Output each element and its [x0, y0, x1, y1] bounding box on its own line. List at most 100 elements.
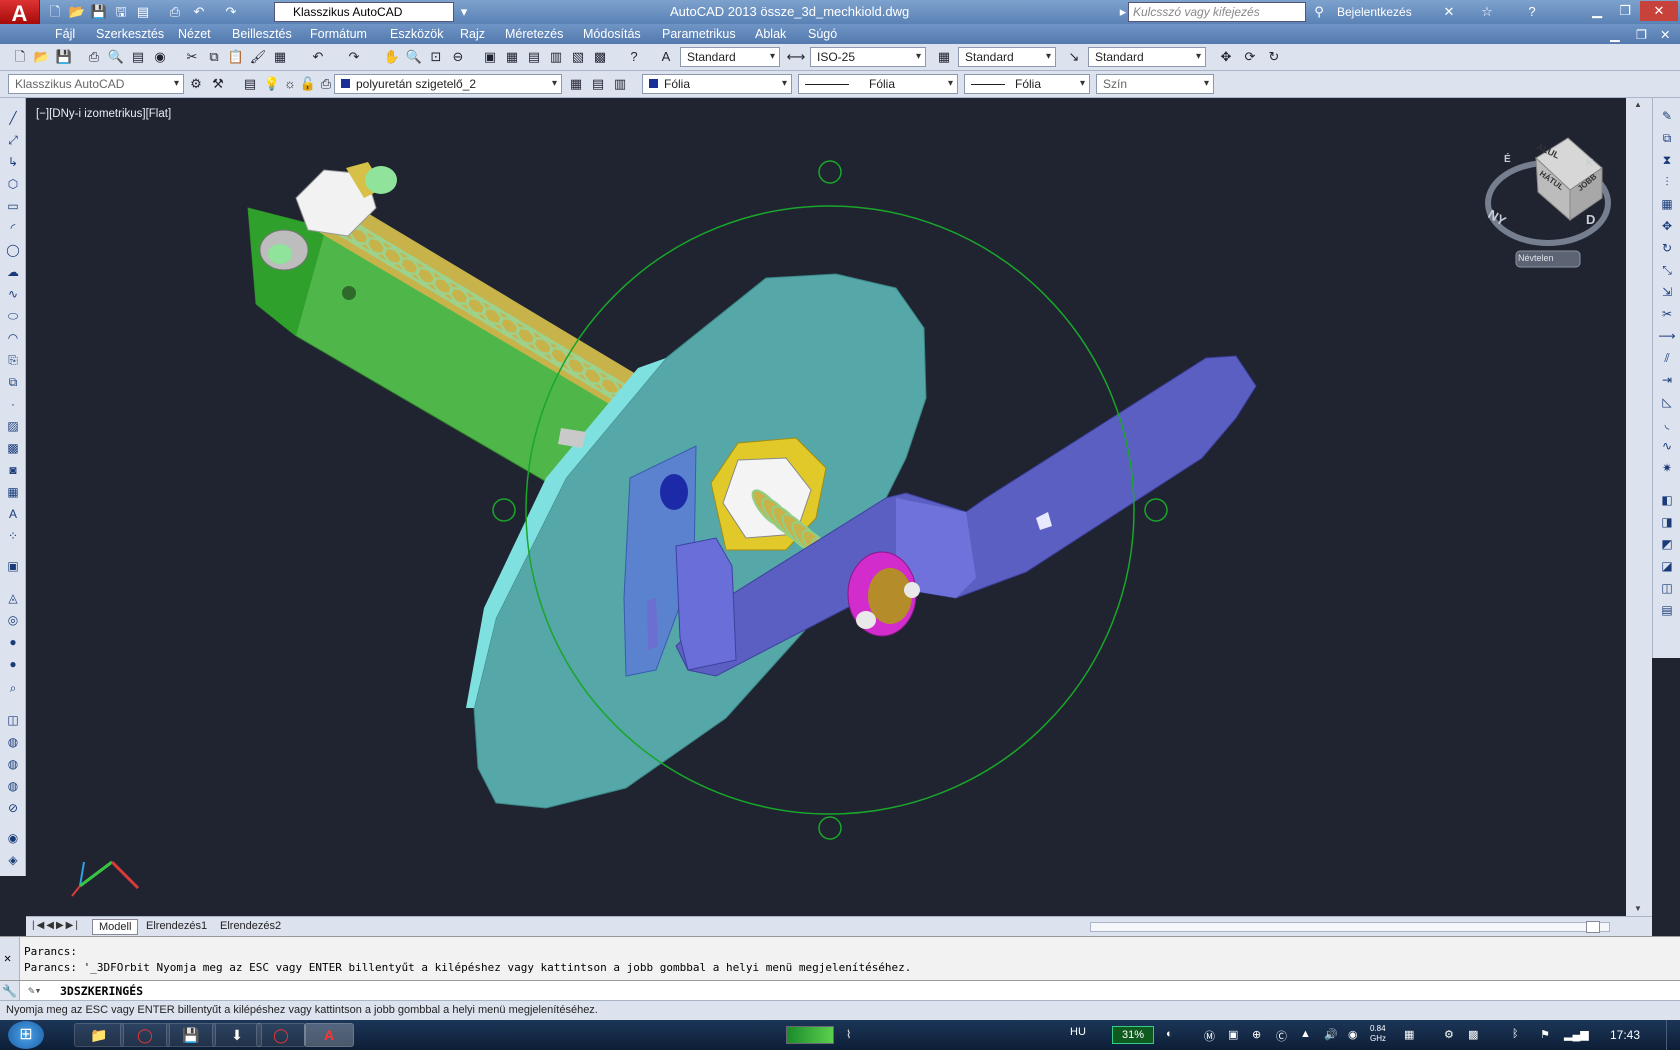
- undo-icon[interactable]: ↶: [308, 47, 328, 67]
- customize-wrench-icon[interactable]: 🔧: [0, 981, 20, 1001]
- tray-icon-3[interactable]: ▣: [1228, 1028, 1238, 1041]
- scale-icon[interactable]: ⤡: [1657, 260, 1677, 280]
- orbit-handle-bottom[interactable]: [818, 816, 842, 840]
- chamfer-icon[interactable]: ◺: [1657, 392, 1677, 412]
- tool-palettes-icon[interactable]: ▤: [524, 47, 544, 67]
- color-dropdown[interactable]: Fólia: [642, 74, 792, 94]
- named-view-label[interactable]: Névtelen: [1518, 253, 1554, 263]
- free-orbit-icon[interactable]: ⟳: [1240, 47, 1260, 67]
- line-icon[interactable]: ╱: [3, 108, 23, 128]
- camera-icon[interactable]: ⌕: [3, 678, 23, 698]
- compass-north-label[interactable]: É: [1504, 154, 1511, 165]
- zoom-realtime-icon[interactable]: 🔍: [404, 47, 424, 67]
- walk-icon[interactable]: ◈: [3, 850, 23, 870]
- menu-view[interactable]: Nézet: [178, 27, 211, 41]
- lineweight-dropdown[interactable]: Fólia: [964, 74, 1090, 94]
- construction-line-icon[interactable]: ⤢: [3, 130, 23, 150]
- tray-icon-5[interactable]: Ⓒ: [1276, 1028, 1287, 1044]
- close-button[interactable]: ✕: [1640, 1, 1678, 21]
- language-indicator[interactable]: HU: [1070, 1026, 1086, 1038]
- mirror-icon[interactable]: ⧗: [1657, 150, 1677, 170]
- layer-properties-icon[interactable]: ▤: [240, 74, 260, 94]
- layer-dropdown[interactable]: polyuretán szigetelő_2: [334, 74, 562, 94]
- fillet-icon[interactable]: ◟: [1657, 414, 1677, 434]
- explorer-task-icon[interactable]: 📁: [74, 1023, 124, 1047]
- globe-add-icon[interactable]: ◍: [3, 754, 23, 774]
- tray-icon-1[interactable]: ◐: [1166, 1028, 1173, 1040]
- tab-model[interactable]: Modell: [92, 919, 139, 935]
- torus-icon[interactable]: ◎: [3, 610, 23, 630]
- draworder-above-icon[interactable]: ◩: [1657, 534, 1677, 554]
- mtext-icon[interactable]: A: [3, 504, 23, 524]
- zoom-previous-icon[interactable]: ⊖: [448, 47, 468, 67]
- menu-minimize-icon[interactable]: ▁: [1610, 27, 1620, 42]
- print-icon[interactable]: ⎙: [166, 3, 184, 21]
- undo-icon[interactable]: ↶: [190, 3, 208, 21]
- make-block-icon[interactable]: ⧉: [3, 372, 23, 392]
- design-center-icon[interactable]: ▦: [502, 47, 522, 67]
- recent-commands-icon[interactable]: ✎▾: [28, 984, 41, 997]
- ellipse-icon[interactable]: ⬭: [3, 306, 23, 326]
- maximize-button[interactable]: ❐: [1612, 1, 1638, 21]
- publish-icon[interactable]: ▤: [128, 47, 148, 67]
- open-icon[interactable]: 📂: [32, 47, 52, 67]
- print-icon[interactable]: ⎙: [84, 47, 104, 67]
- region-icon[interactable]: ◙: [3, 460, 23, 480]
- stretch-icon[interactable]: ⇲: [1657, 282, 1677, 302]
- redo-icon[interactable]: ↷: [222, 3, 240, 21]
- minimize-button[interactable]: ▁: [1584, 1, 1610, 21]
- signal-icon[interactable]: ▂▄▆: [1564, 1028, 1589, 1041]
- battery-indicator[interactable]: 31%: [1112, 1026, 1154, 1044]
- volume-icon[interactable]: 🔊: [1324, 1028, 1338, 1041]
- menu-help[interactable]: Súgó: [808, 27, 837, 41]
- dim-style-dropdown[interactable]: ISO-25: [810, 47, 926, 67]
- 3d-print-icon[interactable]: ◉: [150, 47, 170, 67]
- tab-nav-arrows-icon[interactable]: |◀◀▶▶|: [32, 920, 80, 931]
- menu-window[interactable]: Ablak: [755, 27, 786, 41]
- login-button[interactable]: Bejelentkezés: [1337, 5, 1412, 19]
- show-desktop-button[interactable]: [1666, 1020, 1680, 1050]
- star-icon[interactable]: ☆: [1478, 3, 1496, 21]
- help-icon[interactable]: ?: [624, 47, 644, 67]
- plotstyle-dropdown[interactable]: Szín: [1096, 74, 1214, 94]
- vertical-scrollbar[interactable]: ▲ ▼: [1626, 98, 1652, 916]
- tray-icon-7[interactable]: ◉: [1348, 1028, 1358, 1041]
- continuous-orbit-icon[interactable]: ↻: [1264, 47, 1284, 67]
- polysolid-icon[interactable]: ▣: [3, 556, 23, 576]
- rotate-icon[interactable]: ↻: [1657, 238, 1677, 258]
- menu-file[interactable]: Fájl: [55, 27, 75, 41]
- viewport-controls-label[interactable]: [−][DNy-i izometrikus][Flat]: [36, 108, 171, 120]
- globe-sub-icon[interactable]: ◍: [3, 776, 23, 796]
- explode-icon[interactable]: ✷: [1657, 458, 1677, 478]
- opera2-task-icon[interactable]: ◯: [256, 1023, 306, 1047]
- join-icon[interactable]: ⇥: [1657, 370, 1677, 390]
- draworder-front-icon[interactable]: ◧: [1657, 490, 1677, 510]
- pan-icon[interactable]: ✋: [382, 47, 402, 67]
- start-button-icon[interactable]: ⊞: [8, 1021, 44, 1049]
- command-line[interactable]: 🔧 ✎▾ 3DSZKERINGÉS: [0, 980, 1680, 1001]
- menu-close-icon[interactable]: ✕: [1660, 27, 1670, 42]
- copy-object-icon[interactable]: ⧉: [1657, 128, 1677, 148]
- tray-icon-8[interactable]: ▦: [1404, 1028, 1414, 1041]
- autocad-task-icon[interactable]: A: [304, 1023, 354, 1047]
- workspace-combo[interactable]: Klasszikus AutoCAD: [8, 74, 184, 94]
- command-window[interactable]: ✕ Parancs: Parancs: '_3DFOrbit Nyomja me…: [0, 936, 1680, 981]
- sheet-set-icon[interactable]: ▥: [546, 47, 566, 67]
- orbit-handle-top[interactable]: [818, 160, 842, 184]
- trim-icon[interactable]: ✂: [1657, 304, 1677, 324]
- dim-style-icon[interactable]: ⟷: [786, 47, 806, 67]
- text-style-dropdown[interactable]: Standard: [680, 47, 780, 67]
- arc-icon[interactable]: ◜: [3, 218, 23, 238]
- menu-restore-icon[interactable]: ❐: [1636, 27, 1647, 42]
- block-editor-icon[interactable]: ▦: [270, 47, 290, 67]
- tab-layout2[interactable]: Elrendezés2: [214, 919, 287, 935]
- quick-access-expand-icon[interactable]: ▾: [455, 3, 473, 21]
- orbit-handle-right[interactable]: [1144, 498, 1168, 522]
- insert-block-icon[interactable]: ⎘: [3, 350, 23, 370]
- linetype-dropdown[interactable]: Fólia: [798, 74, 958, 94]
- save-as-icon[interactable]: 🖫: [112, 3, 130, 21]
- orbit-small-icon[interactable]: ◉: [3, 828, 23, 848]
- command-input[interactable]: 3DSZKERINGÉS: [60, 984, 143, 998]
- customize-icon[interactable]: ⚒: [208, 74, 228, 94]
- flag-icon[interactable]: ⚑: [1540, 1028, 1550, 1041]
